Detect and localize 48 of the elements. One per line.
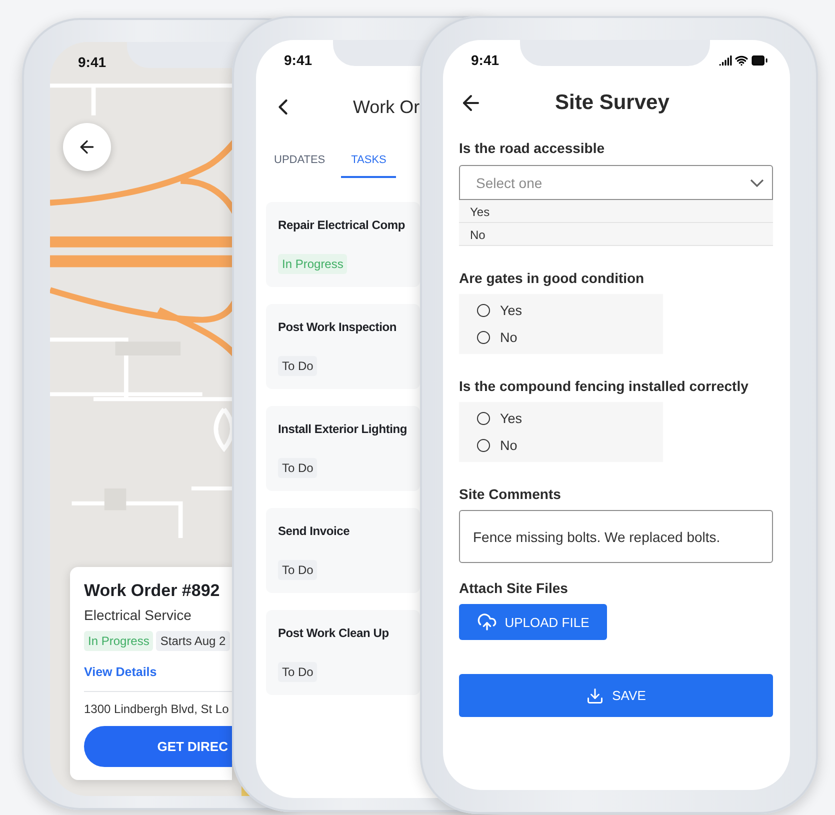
task-title: Repair Electrical Comp <box>278 218 405 232</box>
download-icon <box>586 686 604 704</box>
view-details-link[interactable]: View Details <box>84 665 232 679</box>
question-label: Is the compound fencing installed correctly <box>459 378 750 394</box>
task-title: Install Exterior Lighting <box>278 422 408 436</box>
get-directions-button[interactable]: GET DIREC <box>84 726 232 767</box>
upload-file-button[interactable]: UPLOAD FILE <box>459 604 607 640</box>
chevron-down-icon <box>750 178 764 186</box>
task-title: Post Work Inspection <box>278 320 396 334</box>
tab[interactable]: UPDATES <box>264 144 336 178</box>
screen-title: Site Survey <box>555 91 670 115</box>
signal-icon <box>719 54 732 66</box>
status-time: 9:41 <box>78 54 106 70</box>
wifi-icon <box>735 54 748 66</box>
comments-field[interactable]: Fence missing bolts. We replaced bolts. <box>459 510 773 563</box>
radio-option[interactable]: No <box>477 330 645 345</box>
status-badge: To Do <box>278 662 318 682</box>
dropdown-option[interactable]: Yes <box>459 200 773 223</box>
status-badge: In Progress <box>278 254 348 274</box>
status-badge: In Progress <box>84 631 154 651</box>
status-time: 9:41 <box>284 52 312 68</box>
card-title: Work Order #892 <box>84 581 221 601</box>
task-title: Post Work Clean Up <box>278 626 389 640</box>
status-badge: To Do <box>278 356 318 376</box>
question-label: Site Comments <box>459 486 562 502</box>
question-label: Are gates in good condition <box>459 270 646 286</box>
cloud-upload-icon <box>476 612 497 632</box>
task-card[interactable]: Send Invoice To Do <box>266 508 420 593</box>
radio-option[interactable]: Yes <box>477 411 645 426</box>
screen-title: Work Or <box>353 96 420 118</box>
task-card[interactable]: Repair Electrical Comp In Progress <box>266 202 420 287</box>
radio-option[interactable]: No <box>477 438 645 453</box>
date-badge: Starts Aug 2 <box>156 631 230 651</box>
radio-option[interactable]: Yes <box>477 303 645 318</box>
task-card[interactable]: Post Work Inspection To Do <box>266 304 420 389</box>
task-title: Send Invoice <box>278 524 350 538</box>
card-subtitle: Electrical Service <box>84 607 192 623</box>
question-label: Is the road accessible <box>459 140 606 156</box>
status-time: 9:41 <box>471 52 500 68</box>
tab[interactable]: TASKS <box>341 144 396 178</box>
address-text: 1300 Lindbergh Blvd, St Lo <box>84 702 230 716</box>
status-badge: To Do <box>278 458 318 478</box>
task-card[interactable]: Post Work Clean Up To Do <box>266 610 420 695</box>
dropdown-option[interactable]: No <box>459 223 773 246</box>
status-badge: To Do <box>278 560 318 580</box>
save-button[interactable]: SAVE <box>459 674 773 717</box>
question-label: Attach Site Files <box>459 580 569 596</box>
task-card[interactable]: Install Exterior Lighting To Do <box>266 406 420 491</box>
